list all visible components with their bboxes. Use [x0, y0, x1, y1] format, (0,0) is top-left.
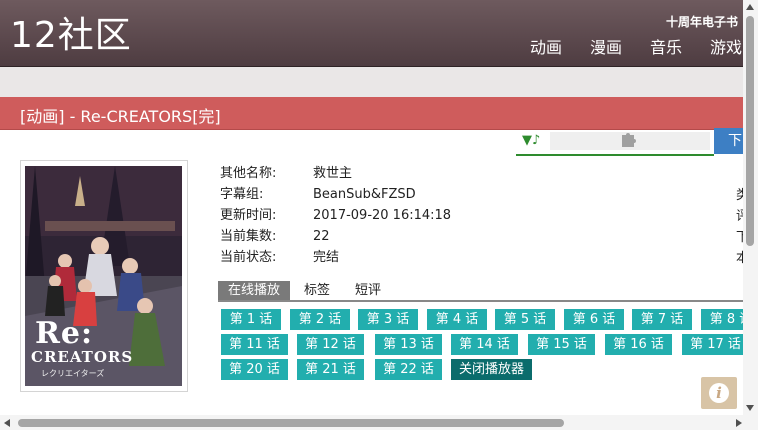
music-toggle[interactable]: ▼♪	[522, 133, 540, 148]
page-title: [动画] - Re-CREATORS[完]	[20, 107, 221, 126]
anime-poster: Re: CREATORS レクリエイターズ	[25, 166, 182, 386]
info-value: 完结	[313, 250, 340, 265]
episode-button[interactable]: 第 17 话	[682, 334, 746, 355]
tab-tags[interactable]: 标签	[294, 281, 340, 300]
info-value: BeanSub&FZSD	[313, 187, 416, 202]
episode-button[interactable]: 第 7 话	[632, 309, 692, 330]
nav-manga[interactable]: 漫画	[590, 38, 622, 58]
scroll-left-arrow-icon[interactable]	[4, 419, 10, 427]
episode-button[interactable]: 第 1 话	[221, 309, 281, 330]
tab-short-reviews[interactable]: 短评	[345, 281, 391, 300]
episode-button[interactable]: 第 2 话	[290, 309, 350, 330]
episode-button[interactable]: 第 22 话	[375, 359, 442, 380]
episode-list: 第 1 话 第 2 话 第 3 话 第 4 话 第 5 话 第 6 话 第 7 …	[221, 309, 746, 383]
poster-logo-line2: CREATORS	[31, 348, 134, 366]
horizontal-scrollbar-thumb[interactable]	[18, 419, 564, 427]
main-nav: 动画 漫画 音乐 游戏	[502, 38, 742, 58]
tab-online-play[interactable]: 在线播放	[218, 281, 291, 300]
episode-button[interactable]: 第 14 话	[451, 334, 518, 355]
close-player-button[interactable]: 关闭播放器	[451, 359, 532, 380]
sub-bar	[0, 67, 758, 97]
info-label: 当前集数:	[220, 229, 277, 244]
poster-logo-line1: Re:	[35, 316, 94, 351]
episode-button[interactable]: 第 6 话	[564, 309, 624, 330]
info-label: 当前状态:	[220, 250, 277, 265]
nav-anime[interactable]: 动画	[530, 38, 562, 58]
episode-button[interactable]: 第 8 话	[701, 309, 746, 330]
poster-logo-line3: レクリエイターズ	[41, 369, 105, 378]
info-label: 字幕组:	[220, 187, 264, 202]
episode-button[interactable]: 第 11 话	[221, 334, 288, 355]
info-icon: i	[709, 383, 729, 403]
scroll-right-arrow-icon[interactable]	[736, 419, 742, 427]
info-value: 22	[313, 229, 330, 244]
scroll-up-arrow-icon[interactable]	[746, 4, 754, 10]
episode-button[interactable]: 第 15 话	[528, 334, 595, 355]
nav-music[interactable]: 音乐	[650, 38, 682, 58]
content-tabs: 在线播放 标签 短评	[218, 281, 746, 302]
episode-button[interactable]: 第 5 话	[495, 309, 555, 330]
episode-button[interactable]: 第 13 话	[375, 334, 442, 355]
episode-button[interactable]: 第 16 话	[605, 334, 672, 355]
episode-button[interactable]: 第 12 话	[297, 334, 364, 355]
info-value: 2017-09-20 16:14:18	[313, 208, 452, 223]
info-label: 其他名称:	[220, 166, 277, 181]
poster-frame: Re: CREATORS レクリエイターズ	[20, 160, 188, 392]
episode-button[interactable]: 第 3 话	[358, 309, 418, 330]
anniversary-ebook-link[interactable]: 十周年电子书	[666, 13, 738, 30]
nav-games[interactable]: 游戏	[710, 38, 742, 58]
vertical-scrollbar-thumb[interactable]	[746, 16, 754, 246]
site-logo[interactable]: 12社区	[10, 14, 132, 58]
music-player[interactable]: ▼♪	[516, 130, 714, 156]
info-value: 救世主	[313, 166, 353, 181]
info-label: 更新时间:	[220, 208, 277, 223]
page-title-bar: [动画] - Re-CREATORS[完]	[0, 97, 758, 130]
scroll-down-arrow-icon[interactable]	[746, 405, 754, 411]
episode-button[interactable]: 第 4 话	[427, 309, 487, 330]
episode-button[interactable]: 第 20 话	[221, 359, 288, 380]
info-button[interactable]: i	[701, 377, 737, 409]
episode-button[interactable]: 第 21 话	[297, 359, 364, 380]
puzzle-icon	[620, 130, 636, 152]
site-header: 12社区 十周年电子书 动画 漫画 音乐 游戏	[0, 0, 758, 67]
